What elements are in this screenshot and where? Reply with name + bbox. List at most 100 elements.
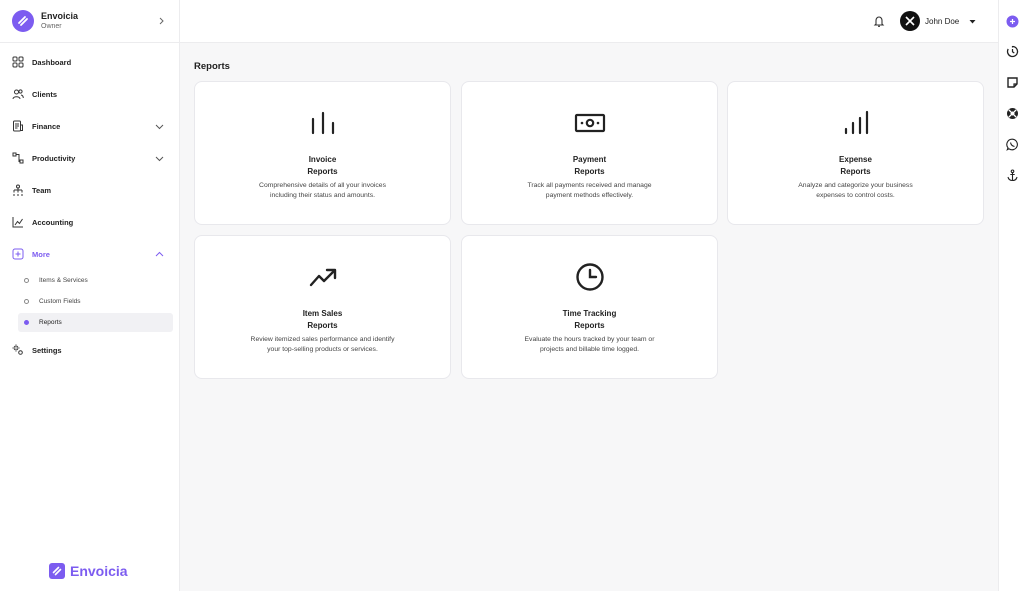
- card-title: Payment Reports: [462, 154, 717, 178]
- plus-square-icon: [11, 248, 24, 261]
- card-description: Evaluate the hours tracked by your team …: [502, 335, 677, 354]
- user-name: John Doe: [925, 16, 960, 26]
- report-card-time-tracking[interactable]: Time Tracking Reports Evaluate the hours…: [461, 235, 718, 379]
- sidebar-item-label: Clients: [32, 89, 58, 99]
- sidebar-item-team[interactable]: Team: [0, 174, 179, 206]
- report-card-payment[interactable]: Payment Reports Track all payments recei…: [461, 81, 718, 225]
- org-role: Owner: [41, 22, 62, 30]
- card-title: Expense Reports: [728, 154, 983, 178]
- sidebar-item-label: Accounting: [32, 217, 74, 227]
- card-desc-line2: including their status and amounts.: [269, 191, 376, 199]
- sidebar-item-productivity[interactable]: Productivity: [0, 142, 179, 174]
- sidebar-item-clients[interactable]: Clients: [0, 78, 179, 110]
- chevron-up-icon[interactable]: [154, 249, 164, 259]
- brand-mark-icon: [49, 563, 65, 579]
- sidebar-item-label: More: [32, 249, 50, 259]
- chevron-down-icon[interactable]: [154, 153, 164, 163]
- add-circle-icon[interactable]: [1005, 14, 1019, 28]
- org-chart-icon: [11, 184, 24, 197]
- radio-dot-icon: [24, 299, 29, 304]
- brand-logo: Envoicia: [49, 563, 128, 579]
- sticky-note-icon[interactable]: [1005, 75, 1019, 89]
- caret-down-icon: [968, 17, 976, 25]
- gears-icon: [11, 344, 24, 357]
- brand-name: Envoicia: [70, 563, 128, 579]
- line-chart-icon: [11, 216, 24, 229]
- banknote-icon: [462, 109, 717, 137]
- report-card-invoice[interactable]: Invoice Reports Comprehensive details of…: [194, 81, 451, 225]
- sidebar-subitem-label: Custom Fields: [39, 298, 81, 305]
- sidebar-item-settings[interactable]: Settings: [0, 334, 179, 366]
- chevron-down-icon[interactable]: [154, 121, 164, 131]
- users-icon: [11, 88, 24, 101]
- sidebar-item-label: Dashboard: [32, 57, 72, 67]
- anchor-icon[interactable]: [1005, 168, 1019, 182]
- card-title-line2: Reports: [307, 167, 338, 176]
- sidebar-item-dashboard[interactable]: Dashboard: [0, 46, 179, 78]
- sidebar-item-label: Settings: [32, 345, 62, 355]
- radio-dot-icon: [24, 320, 29, 325]
- trending-up-icon: [195, 263, 450, 291]
- card-title-line1: Invoice: [308, 155, 337, 164]
- card-title-line2: Reports: [574, 321, 605, 330]
- right-rail: [998, 0, 1024, 591]
- card-title-line1: Item Sales: [302, 309, 343, 318]
- card-title-line1: Time Tracking: [562, 309, 617, 318]
- sidebar-item-label: Team: [32, 185, 52, 195]
- card-desc-line2: projects and billable time logged.: [540, 345, 639, 353]
- sidebar-subitem-items-services[interactable]: Items & Services: [18, 271, 173, 290]
- whatsapp-icon[interactable]: [1005, 137, 1019, 151]
- sidebar-subitem-reports[interactable]: Reports: [18, 313, 173, 332]
- sidebar-subitem-label: Reports: [39, 319, 62, 326]
- user-menu[interactable]: John Doe: [900, 11, 976, 31]
- card-title-line2: Reports: [574, 167, 605, 176]
- card-desc-line1: Review itemized sales performance and id…: [250, 336, 395, 343]
- chevron-right-icon[interactable]: [155, 15, 167, 27]
- card-description: Track all payments received and manage p…: [502, 181, 677, 200]
- card-title: Invoice Reports: [195, 154, 450, 178]
- bell-icon[interactable]: [872, 14, 886, 28]
- timer-icon[interactable]: [1005, 44, 1019, 58]
- signal-bars-icon: [728, 109, 983, 137]
- grid-icon: [11, 56, 24, 69]
- card-title-line2: Reports: [840, 167, 871, 176]
- org-logo-icon: [12, 10, 34, 32]
- card-desc-line1: Track all payments received and manage: [527, 182, 652, 189]
- card-title-line1: Payment: [572, 155, 607, 164]
- sidebar: Envoicia Owner Dashboard Clients Finance: [0, 0, 180, 591]
- top-bar: John Doe: [180, 0, 998, 43]
- sidebar-item-label: Productivity: [32, 153, 76, 163]
- card-title-line1: Expense: [839, 155, 872, 164]
- card-title: Time Tracking Reports: [462, 308, 717, 332]
- card-desc-line1: Comprehensive details of all your invoic…: [259, 182, 386, 189]
- avatar: [900, 11, 920, 31]
- sidebar-item-more[interactable]: More: [0, 238, 179, 270]
- clock-icon: [462, 263, 717, 291]
- page-title: Reports: [194, 61, 230, 72]
- radio-dot-icon: [24, 278, 29, 283]
- sidebar-subitem-custom-fields[interactable]: Custom Fields: [18, 292, 173, 311]
- card-desc-line2: your top-selling products or services.: [267, 345, 378, 353]
- report-card-expense[interactable]: Expense Reports Analyze and categorize y…: [727, 81, 984, 225]
- org-switcher[interactable]: Envoicia Owner: [0, 0, 179, 43]
- org-info: Envoicia Owner: [41, 11, 155, 32]
- card-desc-line2: expenses to control costs.: [816, 191, 895, 199]
- card-description: Analyze and categorize your business exp…: [768, 181, 943, 200]
- bar-chart-icon: [195, 109, 450, 137]
- card-desc-line1: Evaluate the hours tracked by your team …: [524, 336, 655, 343]
- card-description: Review itemized sales performance and id…: [235, 335, 410, 354]
- card-title: Item Sales Reports: [195, 308, 450, 332]
- card-description: Comprehensive details of all your invoic…: [235, 181, 410, 200]
- receipt-icon: [11, 120, 24, 133]
- sidebar-nav: Dashboard Clients Finance Productivity T…: [0, 43, 179, 366]
- more-submenu: Items & Services Custom Fields Reports: [0, 271, 179, 332]
- org-name: Envoicia: [41, 10, 79, 21]
- card-desc-line2: payment methods effectively.: [545, 191, 634, 199]
- sidebar-item-finance[interactable]: Finance: [0, 110, 179, 142]
- report-card-item-sales[interactable]: Item Sales Reports Review itemized sales…: [194, 235, 451, 379]
- card-desc-line1: Analyze and categorize your business: [798, 182, 913, 189]
- support-lifebuoy-icon[interactable]: [1005, 106, 1019, 120]
- sidebar-item-label: Finance: [32, 121, 61, 131]
- card-title-line2: Reports: [307, 321, 338, 330]
- sidebar-item-accounting[interactable]: Accounting: [0, 206, 179, 238]
